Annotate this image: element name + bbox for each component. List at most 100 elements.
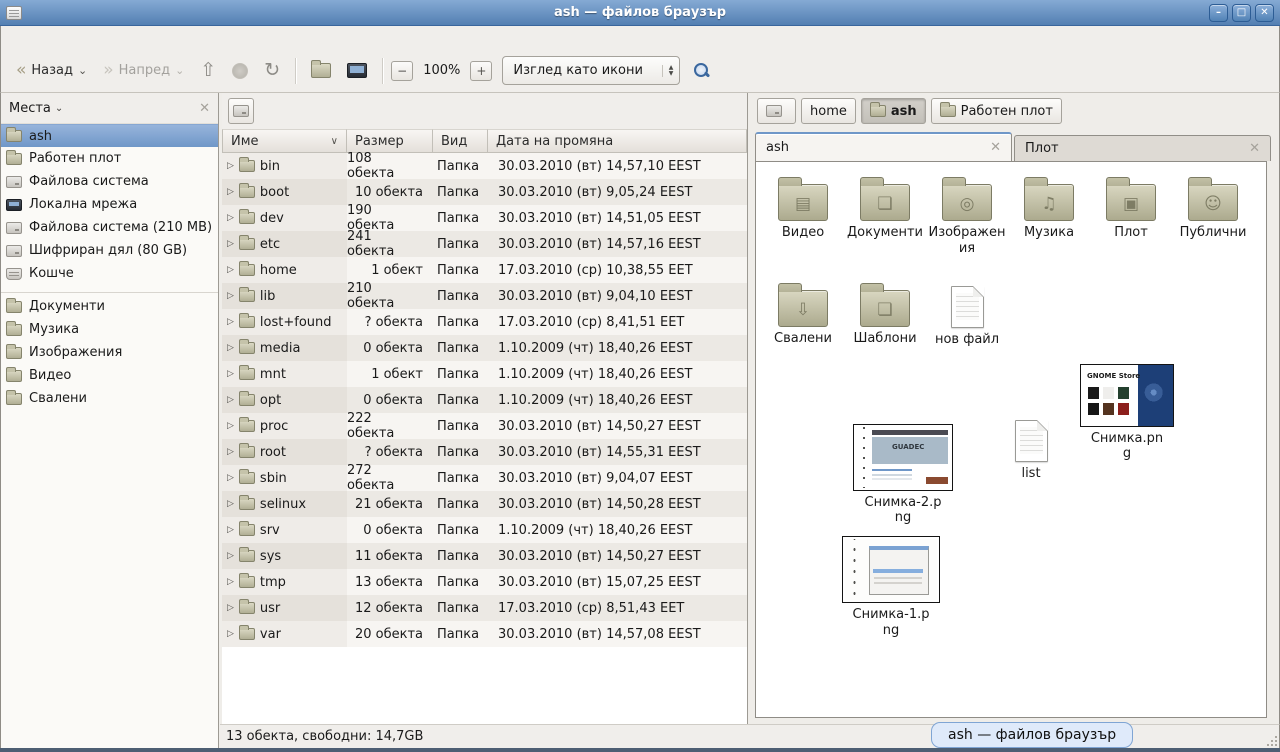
view-mode-select[interactable]: Изглед като икони ▲ ▼ bbox=[502, 56, 680, 85]
table-row[interactable]: ▷ bin 108 обекта Папка 30.03.2010 (вт) 1… bbox=[222, 153, 747, 179]
table-row[interactable]: ▷ etc 241 обекта Папка 30.03.2010 (вт) 1… bbox=[222, 231, 747, 257]
table-row[interactable]: ▷ dev 190 обекта Папка 30.03.2010 (вт) 1… bbox=[222, 205, 747, 231]
minimize-button[interactable]: – bbox=[1209, 4, 1228, 22]
column-header-type[interactable]: Вид bbox=[433, 129, 488, 153]
menu-item[interactable] bbox=[61, 36, 79, 40]
pathbar-button[interactable]: home bbox=[801, 98, 856, 124]
expander-icon[interactable]: ▷ bbox=[227, 369, 234, 379]
expander-icon[interactable]: ▷ bbox=[227, 187, 234, 197]
icon-item[interactable]: ⇩ Свалени bbox=[764, 282, 842, 347]
sidebar-item[interactable]: Свалени bbox=[1, 387, 218, 410]
sidebar-item[interactable]: Кошче bbox=[1, 262, 218, 285]
resize-grip[interactable] bbox=[1265, 734, 1277, 746]
table-row[interactable]: ▷ tmp 13 обекта Папка 30.03.2010 (вт) 15… bbox=[222, 569, 747, 595]
computer-button[interactable] bbox=[340, 58, 374, 83]
sidebar-item[interactable]: Музика bbox=[1, 318, 218, 341]
table-row[interactable]: ▷ selinux 21 обекта Папка 30.03.2010 (вт… bbox=[222, 491, 747, 517]
column-header-name[interactable]: Име ∨ bbox=[222, 129, 347, 153]
stop-button[interactable] bbox=[225, 58, 255, 84]
table-row[interactable]: ▷ proc 222 обекта Папка 30.03.2010 (вт) … bbox=[222, 413, 747, 439]
sidebar-item[interactable]: Изображения bbox=[1, 341, 218, 364]
icon-item[interactable]: Снимка-1.png bbox=[838, 536, 944, 638]
expander-icon[interactable]: ▷ bbox=[227, 395, 234, 405]
table-row[interactable]: ▷ usr 12 обекта Папка 17.03.2010 (ср) 8,… bbox=[222, 595, 747, 621]
pathbar-button[interactable]: ash bbox=[861, 98, 926, 124]
sidebar-item[interactable]: Шифриран дял (80 GB) bbox=[1, 239, 218, 262]
column-header-size[interactable]: Размер bbox=[347, 129, 433, 153]
icon-item[interactable]: ❏ Шаблони bbox=[846, 282, 924, 347]
table-row[interactable]: ▷ srv 0 обекта Папка 1.10.2009 (чт) 18,4… bbox=[222, 517, 747, 543]
table-row[interactable]: ▷ boot 10 обекта Папка 30.03.2010 (вт) 9… bbox=[222, 179, 747, 205]
table-row[interactable]: ▷ root ? обекта Папка 30.03.2010 (вт) 14… bbox=[222, 439, 747, 465]
icon-item[interactable]: ◎ Изображения bbox=[928, 176, 1006, 256]
menu-item[interactable] bbox=[43, 36, 61, 40]
sidebar-item[interactable] bbox=[1, 285, 218, 293]
maximize-button[interactable]: □ bbox=[1232, 4, 1251, 22]
icon-item[interactable]: ▣ Плот bbox=[1092, 176, 1170, 241]
zoom-in-button[interactable]: + bbox=[470, 61, 492, 81]
expander-icon[interactable]: ▷ bbox=[227, 343, 234, 353]
search-icon[interactable] bbox=[694, 63, 709, 78]
sidebar-item[interactable]: Файлова система bbox=[1, 170, 218, 193]
menu-item[interactable] bbox=[25, 36, 43, 40]
pane-splitter[interactable] bbox=[748, 93, 751, 748]
tab[interactable]: Плот ✕ bbox=[1014, 135, 1271, 161]
expander-icon[interactable]: ▷ bbox=[227, 265, 234, 275]
close-button[interactable]: ✕ bbox=[1255, 4, 1274, 22]
table-row[interactable]: ▷ sbin 272 обекта Папка 30.03.2010 (вт) … bbox=[222, 465, 747, 491]
sidebar-item[interactable]: Видео bbox=[1, 364, 218, 387]
table-row[interactable]: ▷ lost+found ? обекта Папка 17.03.2010 (… bbox=[222, 309, 747, 335]
expander-icon[interactable]: ▷ bbox=[227, 473, 234, 483]
reload-button[interactable]: ↻ bbox=[257, 56, 287, 85]
sidebar-title[interactable]: Места bbox=[9, 101, 51, 116]
sidebar-item[interactable]: Работен плот bbox=[1, 147, 218, 170]
table-row[interactable]: ▷ var 20 обекта Папка 30.03.2010 (вт) 14… bbox=[222, 621, 747, 647]
expander-icon[interactable]: ▷ bbox=[227, 213, 234, 223]
menu-item[interactable] bbox=[79, 36, 97, 40]
pathbar-button[interactable] bbox=[757, 98, 796, 124]
icon-item[interactable]: ♫ Музика bbox=[1010, 176, 1088, 241]
table-row[interactable]: ▷ sys 11 обекта Папка 30.03.2010 (вт) 14… bbox=[222, 543, 747, 569]
root-location-button[interactable] bbox=[228, 98, 254, 124]
table-row[interactable]: ▷ home 1 обект Папка 17.03.2010 (ср) 10,… bbox=[222, 257, 747, 283]
expander-icon[interactable]: ▷ bbox=[227, 161, 234, 171]
tab-close-icon[interactable]: ✕ bbox=[990, 140, 1001, 155]
zoom-out-button[interactable]: − bbox=[391, 61, 413, 81]
expander-icon[interactable]: ▷ bbox=[227, 525, 234, 535]
sidebar-item[interactable]: Локална мрежа bbox=[1, 193, 218, 216]
menu-item[interactable] bbox=[97, 36, 115, 40]
table-row[interactable]: ▷ opt 0 обекта Папка 1.10.2009 (чт) 18,4… bbox=[222, 387, 747, 413]
icon-item[interactable]: GUADEC Снимка-2.png bbox=[864, 424, 942, 526]
back-dropdown-icon[interactable]: ⌄ bbox=[78, 64, 87, 77]
expander-icon[interactable]: ▷ bbox=[227, 603, 234, 613]
icon-item[interactable]: GNOME Store Снимка.png bbox=[1088, 364, 1166, 462]
sidebar-item[interactable]: Документи bbox=[1, 295, 218, 318]
icon-item[interactable]: list bbox=[978, 416, 1084, 482]
pathbar-button[interactable]: Работен плот bbox=[931, 98, 1062, 124]
forward-button[interactable]: » Напред ⌄ bbox=[96, 57, 191, 84]
icon-item[interactable]: ☺ Публични bbox=[1174, 176, 1252, 241]
tab[interactable]: ash ✕ bbox=[755, 132, 1012, 161]
icon-item[interactable]: нов файл bbox=[928, 282, 1006, 348]
tab-close-icon[interactable]: ✕ bbox=[1249, 141, 1260, 156]
sidebar-title-caret-icon[interactable]: ⌄ bbox=[55, 103, 63, 114]
sidebar-close-icon[interactable]: ✕ bbox=[199, 101, 210, 116]
expander-icon[interactable]: ▷ bbox=[227, 629, 234, 639]
expander-icon[interactable]: ▷ bbox=[227, 577, 234, 587]
home-button[interactable] bbox=[304, 58, 338, 83]
expander-icon[interactable]: ▷ bbox=[227, 317, 234, 327]
column-header-date[interactable]: Дата на промяна bbox=[488, 129, 747, 153]
expander-icon[interactable]: ▷ bbox=[227, 447, 234, 457]
expander-icon[interactable]: ▷ bbox=[227, 239, 234, 249]
expander-icon[interactable]: ▷ bbox=[227, 291, 234, 301]
icon-item[interactable]: ▤ Видео bbox=[764, 176, 842, 241]
menu-item[interactable] bbox=[7, 36, 25, 40]
expander-icon[interactable]: ▷ bbox=[227, 499, 234, 509]
expander-icon[interactable]: ▷ bbox=[227, 421, 234, 431]
expander-icon[interactable]: ▷ bbox=[227, 551, 234, 561]
sidebar-item[interactable]: Файлова система (210 MB) bbox=[1, 216, 218, 239]
sidebar-item[interactable]: ash bbox=[1, 124, 218, 147]
back-button[interactable]: « Назад ⌄ bbox=[9, 57, 94, 84]
table-row[interactable]: ▷ media 0 обекта Папка 1.10.2009 (чт) 18… bbox=[222, 335, 747, 361]
up-button[interactable]: ⇧ bbox=[193, 56, 223, 85]
